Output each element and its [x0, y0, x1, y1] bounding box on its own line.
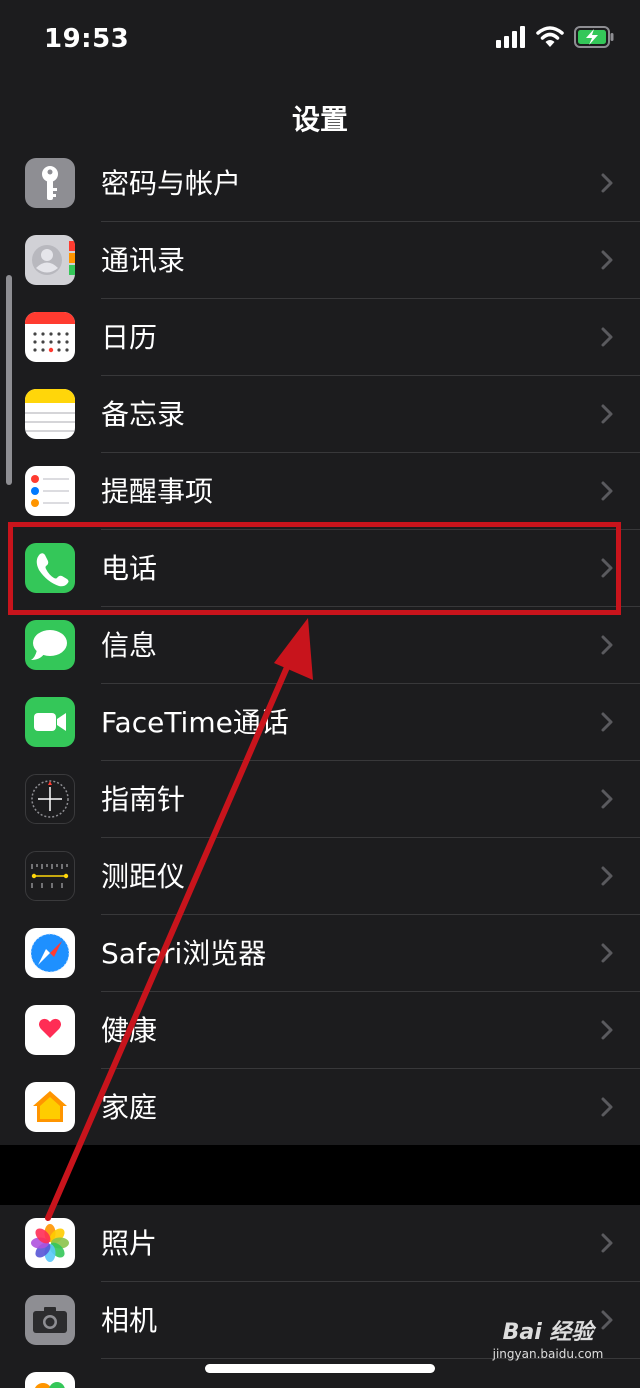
chevron-right-icon: [601, 943, 613, 963]
safari-icon: [25, 928, 75, 978]
settings-row-label: Safari浏览器: [101, 937, 267, 970]
settings-group-apps: 密码与帐户 通讯录 日历 备忘录 提醒事项 电话 信息 FaceTime通话 指…: [0, 145, 640, 1146]
status-icons: [496, 26, 614, 48]
status-bar: 19:53: [0, 0, 640, 90]
settings-row-label: 照片: [101, 1227, 158, 1260]
camera-icon: [25, 1295, 75, 1345]
chevron-right-icon: [601, 1020, 613, 1040]
settings-row-label: 日历: [101, 321, 158, 354]
chevron-right-icon: [601, 404, 613, 424]
measure-icon: [25, 851, 75, 901]
settings-row-label: 通讯录: [101, 244, 186, 277]
settings-row-contacts[interactable]: 通讯录: [0, 222, 640, 299]
chevron-right-icon: [601, 789, 613, 809]
watermark-url: jingyan.baidu.com: [492, 1347, 604, 1361]
photos-icon: [25, 1218, 75, 1268]
settings-row-calendar[interactable]: 日历: [0, 299, 640, 376]
section-gap: [0, 1145, 640, 1205]
chevron-right-icon: [601, 712, 613, 732]
settings-row-label: 指南针: [101, 783, 186, 816]
settings-row-label: FaceTime通话: [101, 706, 289, 739]
home-icon: [25, 1082, 75, 1132]
settings-row-home[interactable]: 家庭: [0, 1069, 640, 1146]
settings-row-label: 家庭: [101, 1091, 158, 1124]
settings-row-measure[interactable]: 测距仪: [0, 838, 640, 915]
health-icon: [25, 1005, 75, 1055]
settings-row-reminders[interactable]: 提醒事项: [0, 453, 640, 530]
nav-bar: 设置: [0, 90, 640, 151]
settings-row-passwords-accounts[interactable]: 密码与帐户: [0, 145, 640, 222]
settings-row-photos[interactable]: 照片: [0, 1205, 640, 1282]
chevron-right-icon: [601, 173, 613, 193]
contacts-icon: [25, 235, 75, 285]
status-time: 19:53: [44, 24, 130, 54]
settings-row-facetime[interactable]: FaceTime通话: [0, 684, 640, 761]
settings-row-label: 提醒事项: [101, 475, 214, 508]
chevron-right-icon: [601, 1233, 613, 1253]
cellular-signal-icon: [496, 26, 525, 48]
settings-row-safari[interactable]: Safari浏览器: [0, 915, 640, 992]
reminders-icon: [25, 466, 75, 516]
messages-icon: [25, 620, 75, 670]
facetime-icon: [25, 697, 75, 747]
settings-row-label: 测距仪: [101, 860, 186, 893]
page-title: 设置: [291, 103, 348, 136]
chevron-right-icon: [601, 481, 613, 501]
annotation-highlight-box: [8, 522, 621, 615]
compass-icon: [25, 774, 75, 824]
calendar-icon: [25, 312, 75, 362]
chevron-right-icon: [601, 250, 613, 270]
battery-charging-icon: [574, 26, 614, 48]
settings-row-compass[interactable]: 指南针: [0, 761, 640, 838]
chevron-right-icon: [601, 635, 613, 655]
chevron-right-icon: [601, 866, 613, 886]
home-indicator: [205, 1364, 435, 1373]
chevron-right-icon: [601, 327, 613, 347]
settings-row-label: 密码与帐户: [101, 167, 242, 200]
wifi-icon: [536, 26, 564, 47]
baidu-jingyan-watermark: Bai 经验 jingyan.baidu.com: [490, 1320, 606, 1362]
settings-row-label: 信息: [101, 629, 158, 662]
notes-icon: [25, 389, 75, 439]
settings-row-label: 相机: [101, 1304, 158, 1337]
watermark-brand: Bai 经验: [502, 1320, 594, 1345]
settings-row-label: 备忘录: [101, 398, 186, 431]
scroll-indicator[interactable]: [6, 275, 12, 485]
settings-row-health[interactable]: 健康: [0, 992, 640, 1069]
chevron-right-icon: [601, 1097, 613, 1117]
settings-row-notes[interactable]: 备忘录: [0, 376, 640, 453]
settings-row-messages[interactable]: 信息: [0, 607, 640, 684]
game-center-icon: [25, 1372, 75, 1388]
settings-row-label: 健康: [101, 1014, 158, 1047]
key-icon: [25, 158, 75, 208]
